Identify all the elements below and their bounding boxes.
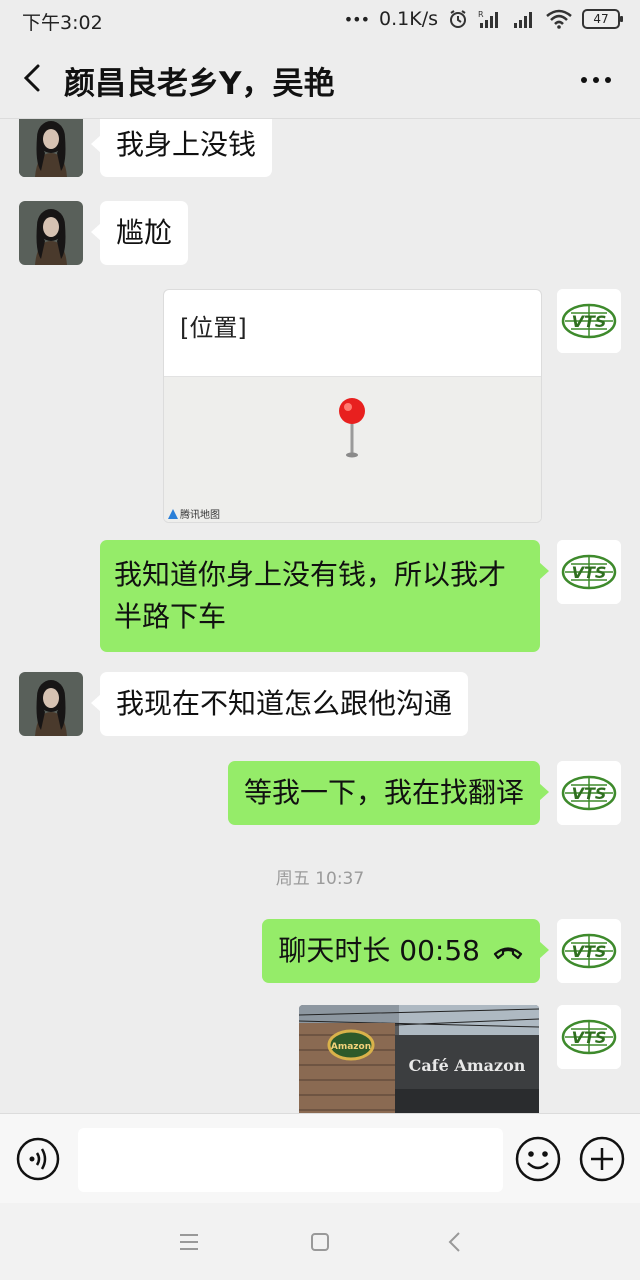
- vts-logo-icon: VTS: [557, 540, 621, 604]
- contact-avatar[interactable]: [19, 201, 83, 265]
- emoji-button[interactable]: [514, 1135, 562, 1183]
- back-button[interactable]: [16, 60, 52, 96]
- system-navigation-bar: [0, 1203, 640, 1280]
- network-speed: 0.1K/s: [379, 8, 438, 30]
- wifi-icon: [546, 9, 572, 29]
- map-preview[interactable]: 腾讯地图: [164, 376, 541, 522]
- vts-logo-icon: VTS: [557, 761, 621, 825]
- status-bar: 下午3:02 ••• 0.1K/s R 47: [0, 0, 640, 40]
- map-pin-icon: [339, 398, 365, 458]
- square-icon: [311, 1233, 329, 1251]
- svg-text:VTS: VTS: [572, 942, 607, 961]
- contact-avatar[interactable]: [19, 672, 83, 736]
- map-provider-label: 腾讯地图: [168, 506, 220, 521]
- my-avatar[interactable]: VTS: [557, 761, 621, 825]
- more-options-button[interactable]: [578, 62, 614, 98]
- vts-logo-icon: VTS: [557, 1005, 621, 1069]
- recent-apps-button[interactable]: [174, 1227, 204, 1257]
- tencent-map-icon: [168, 508, 178, 519]
- signal-roaming-icon: R: [478, 9, 502, 29]
- svg-text:VTS: VTS: [572, 784, 607, 803]
- cafe-logo-text: Amazon: [331, 1042, 371, 1052]
- menu-icon: [180, 1234, 198, 1250]
- more-functions-button[interactable]: [578, 1135, 626, 1183]
- message-text: 我身上没钱: [116, 128, 257, 161]
- message-bubble[interactable]: 我身上没钱: [90, 119, 273, 177]
- call-duration-text: 聊天时长 00:58: [278, 934, 480, 967]
- cafe-sign-text: Café Amazon: [409, 1056, 526, 1075]
- svg-text:VTS: VTS: [572, 1028, 607, 1047]
- input-bar: [0, 1113, 640, 1204]
- location-card[interactable]: [位置] 腾讯地图: [163, 289, 542, 523]
- call-record-bubble[interactable]: 聊天时长 00:58: [262, 919, 549, 983]
- voice-input-button[interactable]: [15, 1136, 61, 1182]
- contact-avatar[interactable]: [19, 119, 83, 177]
- chevron-left-icon: [448, 1232, 460, 1252]
- message-text: 等我一下，我在找翻译: [243, 776, 524, 809]
- chat-title: 颜昌良老乡Y，吴艳: [64, 66, 335, 102]
- message-text: 我现在不知道怎么跟他沟通: [116, 687, 453, 720]
- alarm-icon: [448, 9, 468, 29]
- system-back-button[interactable]: [440, 1227, 470, 1257]
- signal-icon: [512, 9, 536, 29]
- my-avatar[interactable]: VTS: [557, 919, 621, 983]
- message-bubble[interactable]: 我现在不知道怎么跟他沟通: [90, 672, 469, 736]
- message-text-line: 半路下车: [114, 600, 227, 633]
- location-title: [位置]: [180, 314, 247, 342]
- svg-text:VTS: VTS: [572, 312, 607, 331]
- more-dots-icon: •••: [343, 9, 370, 29]
- svg-text:VTS: VTS: [572, 563, 607, 582]
- my-avatar[interactable]: VTS: [557, 1005, 621, 1069]
- ellipsis-icon: [581, 77, 611, 83]
- battery-indicator: 47: [582, 9, 623, 29]
- message-bubble[interactable]: 等我一下，我在找翻译: [227, 761, 550, 825]
- vts-logo-icon: VTS: [557, 289, 621, 353]
- my-avatar[interactable]: VTS: [557, 289, 621, 353]
- chevron-left-icon: [23, 64, 40, 92]
- home-button[interactable]: [305, 1227, 335, 1257]
- vts-logo-icon: VTS: [557, 919, 621, 983]
- phone-hangup-icon: [493, 947, 523, 960]
- message-bubble[interactable]: 尴尬: [90, 201, 189, 265]
- plus-icon: [579, 1136, 625, 1182]
- message-text-line: 我知道你身上没有钱，所以我才: [114, 558, 507, 591]
- status-icons: ••• 0.1K/s R 47: [343, 8, 623, 30]
- my-avatar[interactable]: VTS: [557, 540, 621, 604]
- status-time: 下午3:02: [22, 12, 103, 34]
- message-timestamp: 周五 10:37: [275, 869, 365, 889]
- voice-icon: [16, 1137, 60, 1181]
- message-input[interactable]: [78, 1128, 503, 1192]
- message-text: 尴尬: [116, 216, 173, 249]
- svg-text:R: R: [478, 10, 484, 19]
- emoji-icon: [515, 1136, 561, 1182]
- image-message[interactable]: Amazon Café Amazon: [299, 1005, 539, 1113]
- message-bubble[interactable]: 我知道你身上没有钱，所以我才 半路下车: [100, 540, 549, 652]
- chat-header: 颜昌良老乡Y，吴艳: [0, 40, 640, 119]
- message-list[interactable]: 我身上没钱 尴尬 [位置] 腾讯地图 VTS 我知道你身上没有钱，所以我才 半路…: [0, 119, 640, 1113]
